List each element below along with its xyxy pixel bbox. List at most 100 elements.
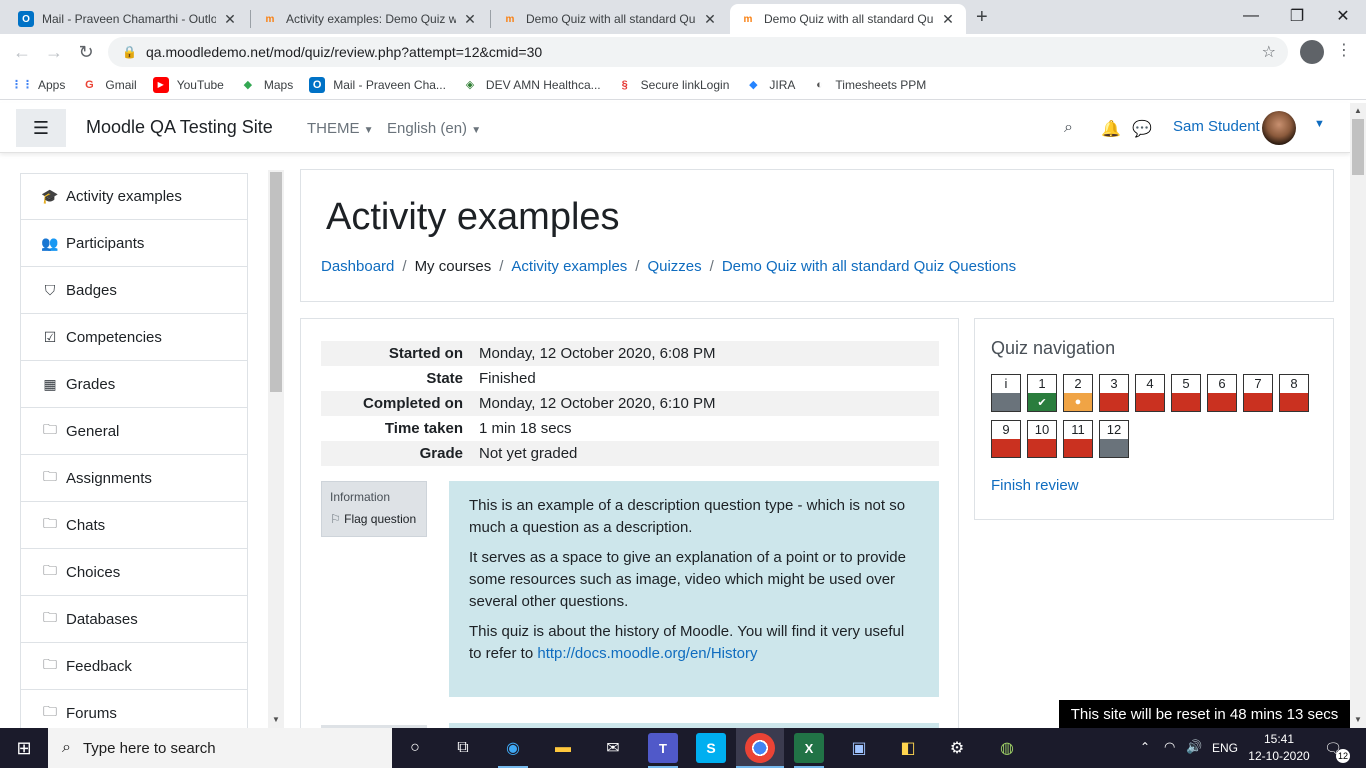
reset-notice: This site will be reset in 48 mins 13 se… bbox=[1059, 700, 1350, 728]
quiz-nav-button-1[interactable]: 1 ✔ bbox=[1027, 374, 1057, 412]
drawer-item-badges[interactable]: ⛉ Badges bbox=[20, 267, 248, 314]
breadcrumb-item[interactable]: Activity examples bbox=[511, 258, 627, 275]
minimize-button[interactable]: — bbox=[1228, 0, 1274, 32]
chat-icon[interactable]: 💬 bbox=[1132, 119, 1152, 139]
notification-center-icon[interactable]: 🗨 12 bbox=[1322, 737, 1350, 763]
drawer-item-grades[interactable]: ▦ Grades bbox=[20, 361, 248, 408]
bookmark-outlook[interactable]: O Mail - Praveen Cha... bbox=[309, 76, 446, 93]
finish-review-link[interactable]: Finish review bbox=[991, 477, 1079, 494]
bookmark-dev-amn[interactable]: ◈ DEV AMN Healthca... bbox=[462, 77, 601, 93]
search-icon[interactable]: ⌕ bbox=[1064, 119, 1073, 137]
quiz-nav-button-7[interactable]: 7 bbox=[1243, 374, 1273, 412]
flag-question-button[interactable]: ⚐ Flag question bbox=[330, 512, 418, 526]
drawer-item-activity-examples[interactable]: 🎓 Activity examples bbox=[20, 173, 248, 220]
bookmark-youtube[interactable]: ▶ YouTube bbox=[152, 76, 224, 93]
cortana-icon[interactable]: ○ bbox=[400, 733, 430, 763]
user-name[interactable]: Sam Student bbox=[1173, 118, 1260, 135]
browser-tab-demo-quiz[interactable]: m Demo Quiz with all standard Qui ✕ bbox=[492, 4, 728, 34]
history-link[interactable]: http://docs.moodle.org/en/History bbox=[537, 645, 757, 662]
quiz-nav-button-11[interactable]: 11 bbox=[1063, 420, 1093, 458]
quiz-nav-button-6[interactable]: 6 bbox=[1207, 374, 1237, 412]
scrollbar-thumb[interactable] bbox=[270, 172, 282, 392]
settings-icon[interactable]: ⚙ bbox=[942, 733, 972, 763]
user-menu-caret-icon[interactable]: ▼ bbox=[1314, 118, 1325, 130]
drawer-item-chats[interactable]: 🗀 Chats bbox=[20, 502, 248, 549]
file-explorer-icon[interactable]: ▬ bbox=[548, 733, 578, 763]
close-icon[interactable]: ✕ bbox=[940, 11, 956, 28]
quiz-nav-button-12[interactable]: 12 bbox=[1099, 420, 1129, 458]
scrollbar-thumb[interactable] bbox=[1352, 119, 1364, 175]
quiz-nav-button-5[interactable]: 5 bbox=[1171, 374, 1201, 412]
windows-start-button[interactable]: ⊞ bbox=[0, 728, 48, 768]
bookmark-timesheets[interactable]: ◐ Timesheets PPM bbox=[811, 77, 926, 93]
theme-dropdown[interactable]: THEME ▼ bbox=[307, 120, 374, 137]
restore-button[interactable]: ❐ bbox=[1274, 0, 1320, 32]
taskbar-search-box[interactable]: ⌕ Type here to search bbox=[48, 728, 392, 768]
wifi-icon[interactable]: ◠ bbox=[1164, 739, 1175, 755]
paint-icon[interactable]: ◍ bbox=[992, 733, 1022, 763]
avatar[interactable] bbox=[1262, 111, 1296, 145]
browser-tab-demo-quiz-active[interactable]: m Demo Quiz with all standard Qui ✕ bbox=[730, 4, 966, 34]
breadcrumb-item[interactable]: Quizzes bbox=[647, 258, 701, 275]
back-arrow-icon[interactable]: ← bbox=[8, 38, 36, 66]
volume-icon[interactable]: 🔊 bbox=[1186, 739, 1202, 755]
quiz-nav-button-2[interactable]: 2 ● bbox=[1063, 374, 1093, 412]
language-dropdown[interactable]: English (en) ▼ bbox=[387, 120, 481, 137]
skype-icon[interactable]: S bbox=[696, 733, 726, 763]
drawer-scrollbar[interactable]: ▼ bbox=[268, 170, 284, 728]
language-indicator[interactable]: ENG bbox=[1212, 741, 1238, 755]
quiz-nav-button-3[interactable]: 3 bbox=[1099, 374, 1129, 412]
chevron-up-icon[interactable]: ⌃ bbox=[1140, 740, 1150, 754]
kebab-menu-icon[interactable]: ⋮ bbox=[1336, 40, 1352, 60]
drawer-item-general[interactable]: 🗀 General bbox=[20, 408, 248, 455]
task-view-icon[interactable]: ⧉ bbox=[448, 733, 478, 763]
taskbar-clock[interactable]: 15:41 12-10-2020 bbox=[1248, 731, 1310, 765]
bookmark-apps[interactable]: ⋮⋮ Apps bbox=[11, 77, 65, 93]
scroll-up-icon[interactable]: ▲ bbox=[1350, 103, 1366, 119]
drawer-item-label: Grades bbox=[66, 375, 116, 393]
edge-icon[interactable]: ◉ bbox=[498, 733, 528, 763]
hamburger-menu-button[interactable]: ☰ bbox=[16, 109, 66, 147]
excel-icon[interactable]: X bbox=[794, 733, 824, 763]
browser-tab-outlook[interactable]: O Mail - Praveen Chamarthi - Outlo ✕ bbox=[8, 4, 248, 34]
reload-icon[interactable]: ↻ bbox=[72, 38, 100, 66]
scroll-down-icon[interactable]: ▼ bbox=[268, 712, 284, 728]
drawer-item-competencies[interactable]: ☑ Competencies bbox=[20, 314, 248, 361]
quiz-nav-button-10[interactable]: 10 bbox=[1027, 420, 1057, 458]
bookmark-secure-link[interactable]: § Secure linkLogin bbox=[617, 77, 730, 93]
quiz-nav-button-4[interactable]: 4 bbox=[1135, 374, 1165, 412]
mail-icon[interactable]: ✉ bbox=[598, 733, 628, 763]
close-icon[interactable]: ✕ bbox=[462, 11, 478, 28]
address-bar[interactable]: 🔒 qa.moodledemo.net/mod/quiz/review.php?… bbox=[108, 37, 1288, 67]
page-scrollbar[interactable]: ▲ ▼ bbox=[1350, 103, 1366, 728]
quiz-nav-button-8[interactable]: 8 bbox=[1279, 374, 1309, 412]
bell-icon[interactable]: 🔔 bbox=[1101, 119, 1121, 139]
drawer-item-databases[interactable]: 🗀 Databases bbox=[20, 596, 248, 643]
drawer-item-choices[interactable]: 🗀 Choices bbox=[20, 549, 248, 596]
quiz-nav-button-9[interactable]: 9 bbox=[991, 420, 1021, 458]
chrome-icon[interactable] bbox=[745, 733, 775, 763]
forward-arrow-icon[interactable]: → bbox=[40, 38, 68, 66]
close-icon[interactable]: ✕ bbox=[222, 11, 238, 28]
bookmark-gmail[interactable]: G Gmail bbox=[81, 77, 137, 93]
teams-icon[interactable]: T bbox=[648, 733, 678, 763]
app-icon[interactable]: ▣ bbox=[844, 733, 874, 763]
profile-icon[interactable] bbox=[1300, 40, 1324, 64]
quiz-nav-button-i[interactable]: i bbox=[991, 374, 1021, 412]
close-icon[interactable]: ✕ bbox=[702, 11, 718, 28]
breadcrumb-item[interactable]: Dashboard bbox=[321, 258, 394, 275]
site-name[interactable]: Moodle QA Testing Site bbox=[86, 117, 273, 138]
breadcrumb-item[interactable]: Demo Quiz with all standard Quiz Questio… bbox=[722, 258, 1016, 275]
window-close-button[interactable]: ✕ bbox=[1320, 0, 1366, 32]
star-icon[interactable]: ☆ bbox=[1262, 42, 1276, 62]
new-tab-button[interactable]: + bbox=[976, 6, 988, 29]
drawer-item-forums[interactable]: 🗀 Forums bbox=[20, 690, 248, 728]
drawer-item-feedback[interactable]: 🗀 Feedback bbox=[20, 643, 248, 690]
drawer-item-assignments[interactable]: 🗀 Assignments bbox=[20, 455, 248, 502]
bookmark-maps[interactable]: ◆ Maps bbox=[240, 77, 294, 93]
drawer-item-participants[interactable]: 👥 Participants bbox=[20, 220, 248, 267]
browser-tab-activity-examples[interactable]: m Activity examples: Demo Quiz wi ✕ bbox=[252, 4, 488, 34]
app-icon[interactable]: ◧ bbox=[893, 733, 923, 763]
scroll-down-icon[interactable]: ▼ bbox=[1350, 712, 1366, 728]
bookmark-jira[interactable]: ◆ JIRA bbox=[745, 77, 795, 93]
